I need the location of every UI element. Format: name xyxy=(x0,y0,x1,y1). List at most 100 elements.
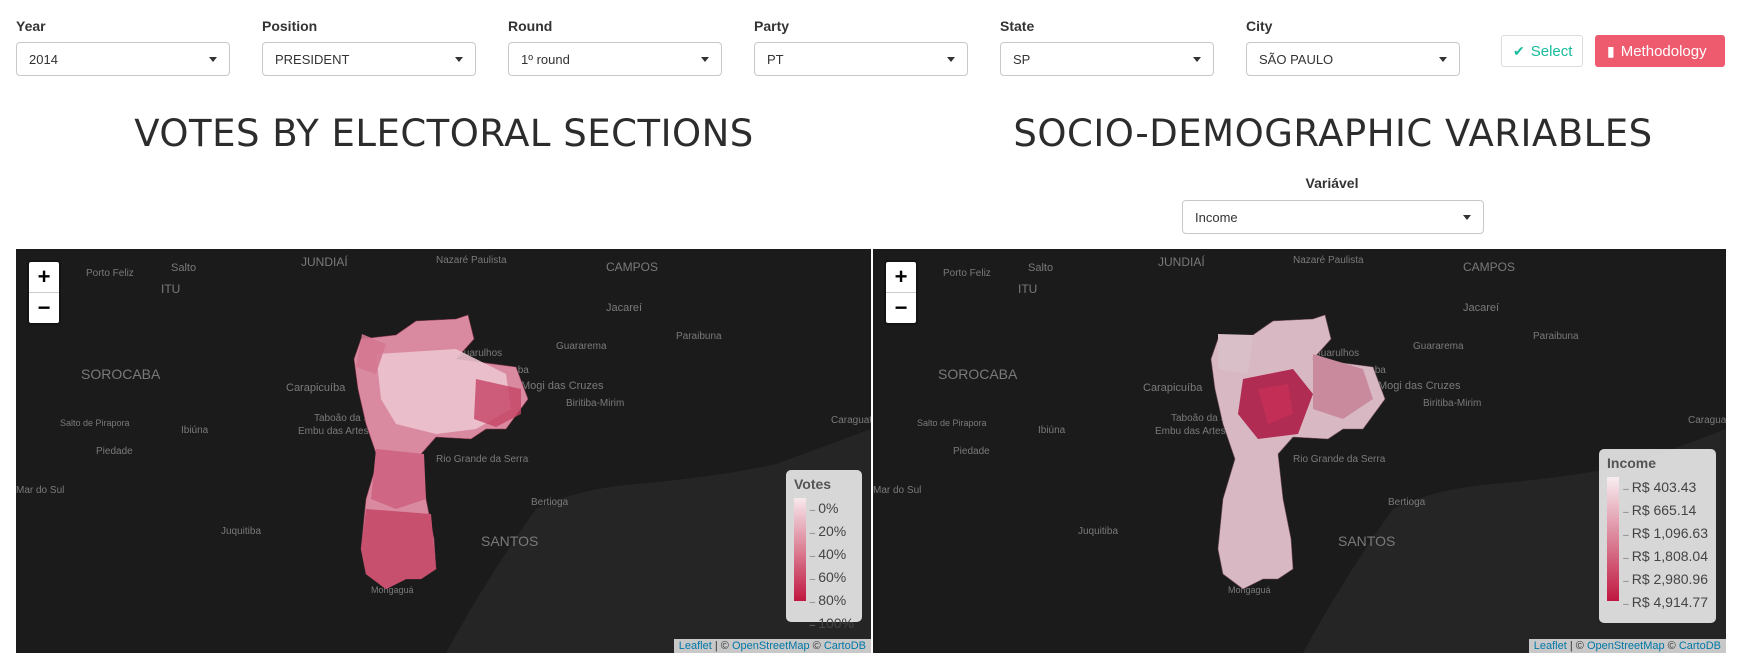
filter-position-label: Position xyxy=(262,18,318,34)
map-place-label: Carapicuíba xyxy=(286,382,346,394)
filter-year: Year 2014 xyxy=(16,16,230,76)
map-place-label: Rio Grande da Serra xyxy=(436,454,529,465)
map-place-label: ITU xyxy=(1018,282,1037,296)
votes-legend: Votes 0% 20% 40% 60% 80% 100% xyxy=(786,470,862,631)
map-place-label: Mongaguá xyxy=(1228,585,1271,595)
income-legend-label: R$ 403.43 xyxy=(1623,477,1708,500)
year-value: 2014 xyxy=(29,51,58,67)
map-place-label: SOROCABA xyxy=(81,366,161,382)
map-place-label: Porto Feliz xyxy=(943,268,991,279)
income-legend-label: R$ 4,914.77 xyxy=(1623,592,1708,615)
filter-position: Position PRESIDENT xyxy=(262,16,476,76)
leaflet-link[interactable]: Leaflet xyxy=(1534,640,1567,652)
zoom-out-button[interactable]: − xyxy=(886,293,916,323)
map-attribution: Leaflet | © OpenStreetMap © CartoDB xyxy=(673,639,871,653)
filter-round: Round 1º round xyxy=(508,16,722,76)
methodology-button[interactable]: ▮ Methodology xyxy=(1595,35,1725,67)
attribution-sep: © xyxy=(809,640,824,652)
chevron-down-icon xyxy=(701,56,709,62)
methodology-button-label: Methodology xyxy=(1620,42,1707,60)
votes-legend-label: 100% xyxy=(810,613,854,636)
cartodb-link[interactable]: CartoDB xyxy=(1679,640,1721,652)
map-place-label: Paraibuna xyxy=(676,331,722,342)
round-value: 1º round xyxy=(521,51,570,67)
attribution-sep: | © xyxy=(1566,640,1587,652)
votes-heading: VOTES BY ELECTORAL SECTIONS xyxy=(134,112,754,155)
votes-map[interactable]: Porto Feliz Salto JUNDIAÍ Nazaré Paulista CA… xyxy=(16,249,871,653)
filter-state-label: State xyxy=(1000,18,1035,34)
attribution-sep: | © xyxy=(711,640,732,652)
income-legend: Income R$ 403.43 R$ 665.14 R$ 1,096.63 R… xyxy=(1599,449,1716,623)
income-legend-label: R$ 1,808.04 xyxy=(1623,546,1708,569)
income-legend-label: R$ 2,980.96 xyxy=(1623,569,1708,592)
chevron-down-icon xyxy=(947,56,955,62)
variable-value: Income xyxy=(1195,209,1238,225)
map-place-label: Embu das Artes xyxy=(1155,426,1226,437)
map-place-label: CAMPOS xyxy=(606,260,658,274)
city-value: SÃO PAULO xyxy=(1259,51,1334,67)
sociodemographic-heading: SOCIO-DEMOGRAPHIC VARIABLES xyxy=(1013,112,1653,155)
map-place-label: Mogi das Cruzes xyxy=(521,380,604,392)
map-place-label: Piedade xyxy=(96,446,133,457)
map-place-label: Bertioga xyxy=(1388,497,1426,508)
map-place-label: Embu das Artes xyxy=(298,426,369,437)
map-place-label: Mar do Sul xyxy=(16,485,64,496)
chevron-down-icon xyxy=(455,56,463,62)
votes-map-canvas: Porto Feliz Salto JUNDIAÍ Nazaré Paulista CA… xyxy=(16,254,871,653)
map-place-label: Salto de Pirapora xyxy=(917,418,987,428)
map-place-label: Ibiúna xyxy=(1038,425,1066,436)
position-select[interactable]: PRESIDENT xyxy=(262,42,476,76)
chevron-down-icon xyxy=(1193,56,1201,62)
votes-legend-label: 60% xyxy=(810,567,854,590)
variable-select[interactable]: Income xyxy=(1182,200,1484,234)
filter-year-label: Year xyxy=(16,18,46,34)
zoom-out-button[interactable]: − xyxy=(29,293,59,323)
city-select[interactable]: SÃO PAULO xyxy=(1246,42,1460,76)
state-select[interactable]: SP xyxy=(1000,42,1214,76)
map-place-label: Piedade xyxy=(953,446,990,457)
map-place-label: Nazaré Paulista xyxy=(436,255,507,266)
filter-party: Party PT xyxy=(754,16,968,76)
income-map[interactable]: Porto Feliz Salto JUNDIAÍ Nazaré Paulista CA… xyxy=(873,249,1726,653)
map-place-label: Nazaré Paulista xyxy=(1293,255,1364,266)
select-button[interactable]: ✔ Select xyxy=(1501,35,1583,67)
map-place-label: Salto de Pirapora xyxy=(60,418,130,428)
zoom-in-button[interactable]: + xyxy=(29,262,59,293)
votes-legend-label: 20% xyxy=(810,521,854,544)
year-select[interactable]: 2014 xyxy=(16,42,230,76)
map-place-label: Bertioga xyxy=(531,497,569,508)
osm-link[interactable]: OpenStreetMap xyxy=(1587,640,1665,652)
party-select[interactable]: PT xyxy=(754,42,968,76)
attribution-sep: © xyxy=(1664,640,1679,652)
position-value: PRESIDENT xyxy=(275,51,350,67)
income-legend-label: R$ 1,096.63 xyxy=(1623,523,1708,546)
map-place-label: Juquitiba xyxy=(221,526,261,537)
map-place-label: Jacareí xyxy=(1463,302,1499,314)
map-place-label: Caraguatatuba xyxy=(1688,415,1726,426)
filter-city-label: City xyxy=(1246,18,1273,34)
map-place-label: Salto xyxy=(171,262,196,274)
osm-link[interactable]: OpenStreetMap xyxy=(732,640,810,652)
map-place-label: Mongaguá xyxy=(371,585,414,595)
filter-city: City SÃO PAULO xyxy=(1246,16,1460,76)
income-legend-labels: R$ 403.43 R$ 665.14 R$ 1,096.63 R$ 1,808… xyxy=(1623,477,1708,610)
chevron-down-icon xyxy=(209,56,217,62)
map-place-label: Mogi das Cruzes xyxy=(1378,380,1461,392)
leaflet-link[interactable]: Leaflet xyxy=(679,640,712,652)
map-place-label: SOROCABA xyxy=(938,366,1018,382)
cartodb-link[interactable]: CartoDB xyxy=(824,640,866,652)
book-icon: ▮ xyxy=(1607,42,1615,59)
party-value: PT xyxy=(767,51,784,67)
map-place-label: Salto xyxy=(1028,262,1053,274)
map-place-label: Ibiúna xyxy=(181,425,209,436)
filter-state: State SP xyxy=(1000,16,1214,76)
map-place-label: Caraguatatuba xyxy=(831,415,871,426)
filter-party-label: Party xyxy=(754,18,790,34)
map-place-label: Paraibuna xyxy=(1533,331,1579,342)
map-place-label: SANTOS xyxy=(481,533,538,549)
map-place-label: Guararema xyxy=(556,341,607,352)
income-legend-gradient xyxy=(1607,477,1620,601)
zoom-in-button[interactable]: + xyxy=(886,262,916,293)
votes-legend-title: Votes xyxy=(794,476,832,492)
round-select[interactable]: 1º round xyxy=(508,42,722,76)
